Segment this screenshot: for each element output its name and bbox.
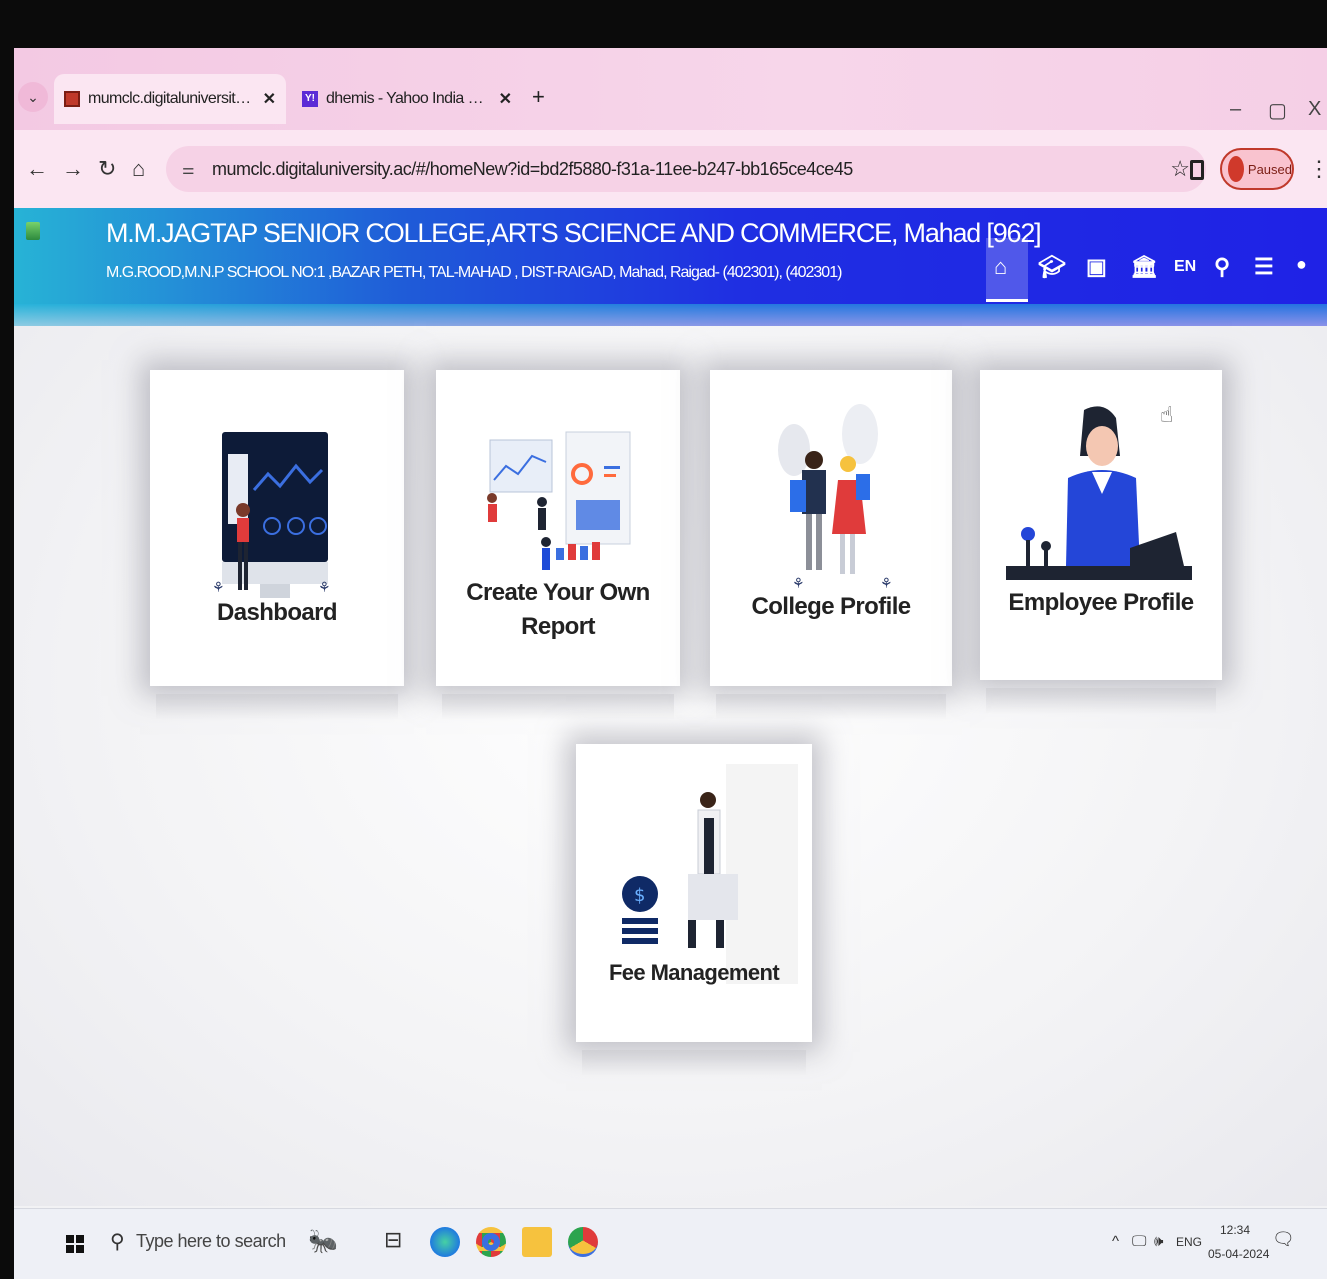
report-illustration-icon [487,431,631,570]
home-icon[interactable]: ⌂ [994,254,1007,280]
input-language[interactable]: ENG [1176,1235,1202,1249]
maximize-button[interactable]: ▢ [1268,98,1287,123]
tab-title: dhemis - Yahoo India Search Re [326,90,493,107]
tile-label: Dashboard [217,599,338,626]
college-name: M.M.JAGTAP SENIOR COLLEGE,ARTS SCIENCE A… [106,218,1042,248]
back-arrow-icon[interactable]: ← [26,156,48,182]
screen: ⌄ mumclc.digitaluniversity.ac/#/h ✕ Y! d… [14,48,1327,1279]
new-tab-button[interactable]: + [532,84,545,110]
tile-create-report[interactable]: Create Your Own Report [436,370,680,720]
tile-label: Employee Profile [1008,589,1194,616]
menu-icon[interactable]: ☰ [1254,254,1274,280]
chrome-icon[interactable] [476,1227,506,1257]
windows-start-icon[interactable] [66,1235,84,1253]
more-menu-icon[interactable]: ⋮ [1308,156,1327,182]
profile-button[interactable]: Paused [1220,148,1294,190]
clock-date[interactable]: 05-04-2024 [1208,1247,1269,1261]
notifications-icon[interactable]: 🗨︎ [1272,1229,1295,1250]
side-panel-icon[interactable] [1190,160,1204,180]
tray-chevron-icon[interactable]: ^ [1112,1233,1119,1250]
chrome-profile-icon[interactable] [568,1227,598,1257]
home-icon[interactable]: ⌂ [132,156,145,182]
close-window-button[interactable]: X [1308,98,1321,121]
tab-strip: ⌄ mumclc.digitaluniversity.ac/#/h ✕ Y! d… [14,48,1327,130]
reload-icon[interactable]: ↻ [98,156,116,182]
tile-label: Fee Management [608,960,780,985]
institution-icon[interactable]: 🏛︎ [1130,254,1158,280]
edge-icon[interactable] [430,1227,460,1257]
task-view-icon[interactable]: ⊟ [384,1227,414,1257]
anteater-wallpaper-icon: 🐜 [308,1228,338,1255]
tile-dashboard[interactable]: ⚘ ⚘ Dashboard [150,370,404,720]
taskbar: ⚲ Type here to search 🐜 ⊟ ^ 🖵︎ 🕪︎ ENG 12… [14,1208,1327,1279]
address-bar[interactable]: ⚌ mumclc.digitaluniversity.ac/#/homeNew?… [166,146,1206,192]
main-content: ⚘ ⚘ Dashboard Create Your Own Report ⚘ ⚘… [14,326,1327,1206]
tab-inactive[interactable]: Y! dhemis - Yahoo India Search Re ✕ [292,74,522,124]
site-info-icon[interactable]: ⚌ [182,161,202,178]
tab-title: mumclc.digitaluniversity.ac/#/h [88,90,257,107]
tile-label: Create Your Own Report [466,579,650,640]
taskbar-search-input[interactable]: Type here to search [136,1231,286,1252]
minimize-button[interactable]: – [1230,98,1241,121]
fee-illustration-icon: $ [622,764,798,984]
app-header: M.M.JAGTAP SENIOR COLLEGE,ARTS SCIENCE A… [14,208,1327,326]
profile-status: Paused [1247,161,1292,177]
students-illustration-icon: ⚘ ⚘ [778,404,893,592]
speaker-icon[interactable]: 🕪︎ [1154,1233,1163,1250]
yahoo-favicon-icon: Y! [302,91,318,107]
svg-text:⚘: ⚘ [318,580,331,596]
digital-university-favicon-icon [64,91,80,107]
close-tab-icon[interactable]: ✕ [263,89,276,109]
tile-employee-profile[interactable]: ☝ Employee Profile [980,370,1222,714]
tile-fee-management[interactable]: $ Fee Management [576,744,812,1076]
employee-illustration-icon: ☝ [1006,403,1192,580]
college-address: M.G.ROOD,M.N.P SCHOOL NO:1 ,BAZAR PETH, … [106,264,842,281]
avatar [1228,156,1244,182]
graduation-cap-icon[interactable]: 🎓︎ [1038,254,1066,280]
tab-active[interactable]: mumclc.digitaluniversity.ac/#/h ✕ [54,74,286,124]
svg-text:$: $ [634,885,645,906]
clock-time[interactable]: 12:34 [1220,1223,1250,1237]
language-toggle[interactable]: EN [1174,258,1196,276]
tile-label: College Profile [751,593,911,620]
forward-arrow-icon[interactable]: → [62,156,84,182]
search-icon[interactable]: ⚲ [1214,254,1230,280]
user-globe-icon[interactable]: ● [1296,254,1307,275]
file-explorer-icon[interactable] [522,1227,552,1257]
svg-text:⚘: ⚘ [212,580,225,596]
browser-toolbar: ← → ↻ ⌂ ⚌ mumclc.digitaluniversity.ac/#/… [14,130,1327,208]
logo-icon [26,222,40,240]
search-icon[interactable]: ⚲ [110,1229,125,1254]
tab-search-chevron-icon[interactable]: ⌄ [18,82,48,112]
close-tab-icon[interactable]: ✕ [499,89,512,109]
dashboard-illustration-icon: ⚘ ⚘ [212,432,331,598]
bookmark-star-icon[interactable]: ☆ [1170,156,1190,182]
svg-text:☝: ☝ [1160,403,1173,428]
url-text[interactable]: mumclc.digitaluniversity.ac/#/homeNew?id… [212,159,853,180]
monitor-icon[interactable]: ▣ [1086,254,1107,280]
network-icon[interactable]: 🖵︎ [1132,1233,1146,1250]
tile-college-profile[interactable]: ⚘ ⚘ College Profile [710,370,952,720]
